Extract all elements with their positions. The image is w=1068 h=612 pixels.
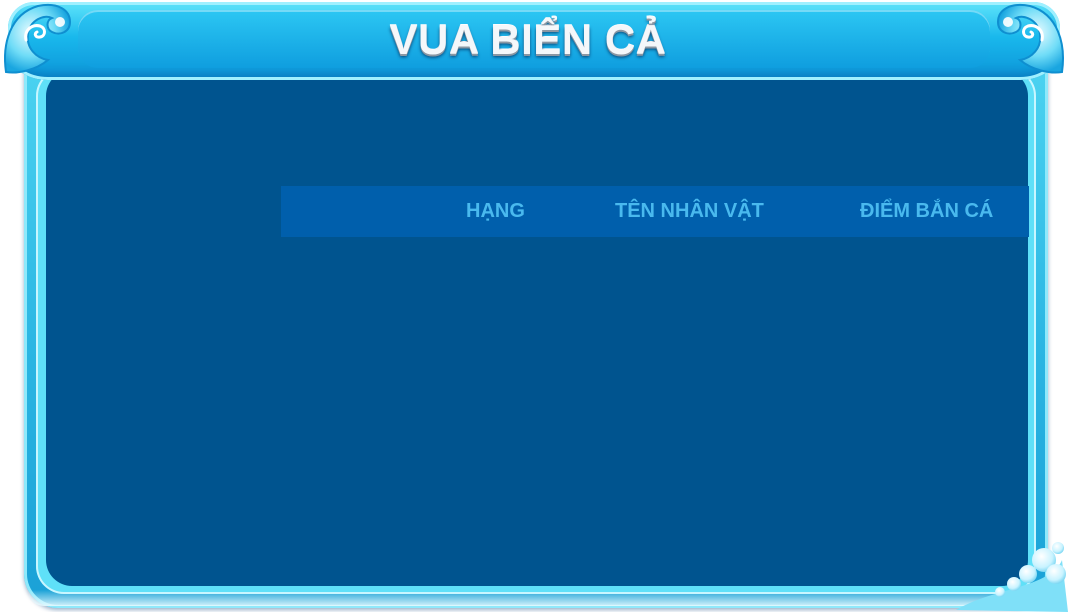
title-banner: VUA BIỂN CẢ <box>8 2 1060 80</box>
column-header-rank: HẠNG <box>466 200 525 222</box>
page-title: VUA BIỂN CẢ <box>389 16 667 63</box>
leaderboard-panel <box>46 70 1028 586</box>
wave-swirl-icon <box>996 4 1064 74</box>
wave-swirl-icon <box>4 4 72 74</box>
bubbles-wave-icon <box>956 542 1068 612</box>
table-header-row: HẠNG TÊN NHÂN VẬT ĐIỂM BẮN CÁ <box>281 186 1029 237</box>
leaderboard-window: HẠNG TÊN NHÂN VẬT ĐIỂM BẮN CÁ VUA BIỂN C… <box>0 0 1068 612</box>
column-header-fishing-score: ĐIỂM BẮN CÁ <box>860 200 994 222</box>
column-header-character-name: TÊN NHÂN VẬT <box>615 200 764 222</box>
